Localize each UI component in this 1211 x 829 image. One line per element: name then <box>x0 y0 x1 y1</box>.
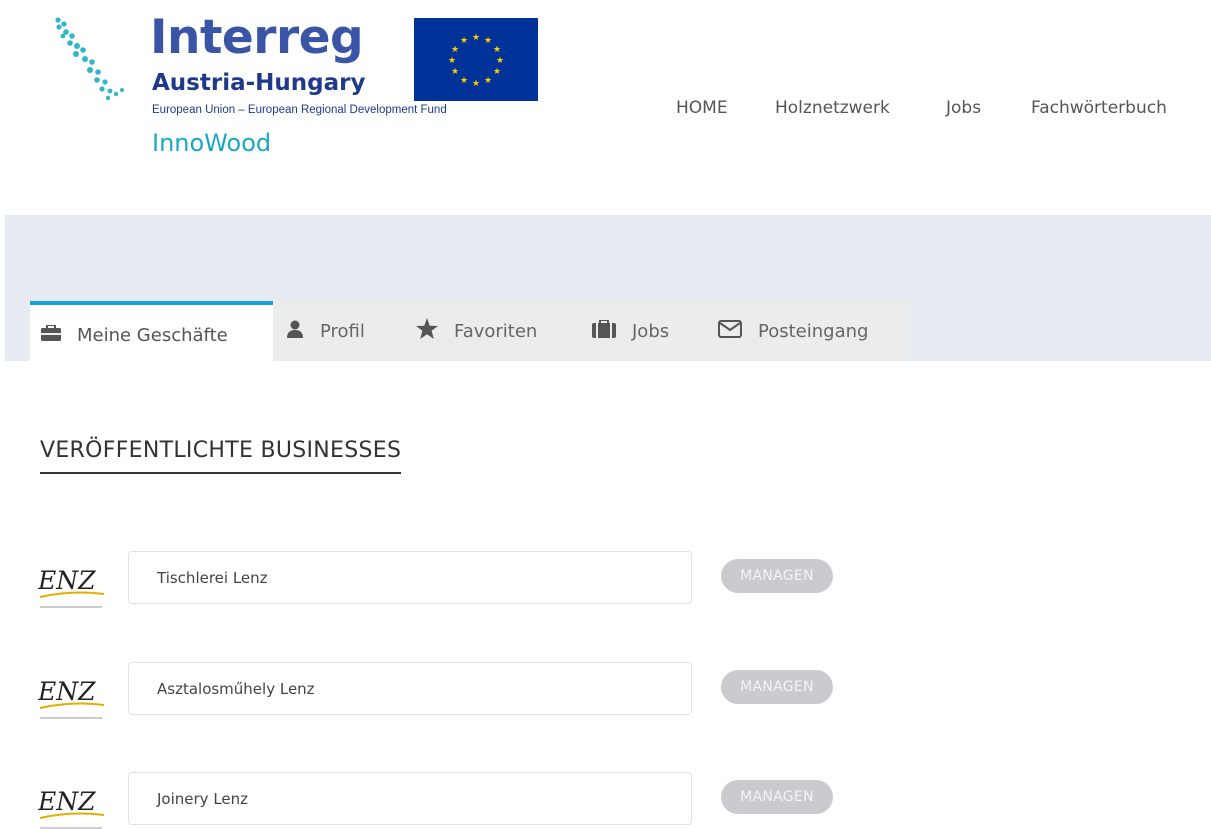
svg-text:★: ★ <box>472 33 480 43</box>
interreg-dots-logo <box>55 17 124 101</box>
nav-fachwoerterbuch[interactable]: Fachwörterbuch <box>1031 98 1167 118</box>
star-icon <box>416 318 438 344</box>
svg-text:★: ★ <box>460 76 468 86</box>
business-row: ENZ Joinery Lenz MANAGEN <box>38 772 838 829</box>
svg-text:ENZ: ENZ <box>38 787 96 816</box>
svg-text:★: ★ <box>493 45 501 55</box>
svg-text:★: ★ <box>484 36 492 46</box>
project-name: InnoWood <box>152 129 272 157</box>
svg-text:★: ★ <box>472 79 480 89</box>
manage-button[interactable]: MANAGEN <box>721 559 833 593</box>
tab-jobs[interactable]: Jobs <box>592 301 669 361</box>
svg-text:★: ★ <box>448 56 456 66</box>
svg-text:ENZ: ENZ <box>38 566 96 595</box>
svg-text:★: ★ <box>496 56 504 66</box>
business-row: ENZ Asztalosműhely Lenz MANAGEN <box>38 662 838 722</box>
manage-button[interactable]: MANAGEN <box>721 780 833 814</box>
manage-button[interactable]: MANAGEN <box>721 670 833 704</box>
svg-text:★: ★ <box>451 45 459 55</box>
business-row: ENZ Tischlerei Lenz MANAGEN <box>38 551 838 611</box>
tab-profil[interactable]: Profil <box>286 301 365 361</box>
brand-name: Interreg <box>150 10 364 65</box>
svg-text:★: ★ <box>451 67 459 77</box>
nav-home[interactable]: HOME <box>676 98 728 118</box>
svg-text:★: ★ <box>493 67 501 77</box>
brand-fund: European Union – European Regional Devel… <box>152 104 447 116</box>
svg-text:★: ★ <box>460 36 468 46</box>
tab-label: Posteingang <box>758 320 869 342</box>
tab-posteingang[interactable]: Posteingang <box>718 301 868 361</box>
eu-flag-icon: ★ ★★ ★★★ ★★★ ★★★ <box>414 18 538 101</box>
tab-label: Favoriten <box>454 320 538 342</box>
briefcase-icon <box>41 323 61 346</box>
user-icon <box>286 320 304 343</box>
svg-text:ENZ: ENZ <box>38 677 96 706</box>
lenz-logo: ENZ <box>38 787 105 829</box>
section-title: VERÖFFENTLICHTE BUSINESSES <box>40 438 402 474</box>
suitcase-icon <box>592 318 616 343</box>
nav-jobs[interactable]: Jobs <box>946 98 981 118</box>
business-name-field[interactable]: Joinery Lenz <box>128 772 692 825</box>
tab-label: Jobs <box>632 320 670 342</box>
dashboard-tabs: Meine Geschäfte Profil Favoriten Jobs Po… <box>30 301 908 361</box>
tab-meine-geschaefte[interactable]: Meine Geschäfte <box>30 301 273 361</box>
tab-label: Meine Geschäfte <box>77 324 228 346</box>
business-name-field[interactable]: Tischlerei Lenz <box>128 551 692 604</box>
tab-label: Profil <box>320 320 365 342</box>
lenz-logo: ENZ <box>38 677 105 719</box>
lenz-logo: ENZ <box>38 566 105 608</box>
envelope-icon <box>718 319 742 343</box>
nav-holznetzwerk[interactable]: Holznetzwerk <box>775 98 890 118</box>
business-name-field[interactable]: Asztalosműhely Lenz <box>128 662 692 715</box>
svg-text:★: ★ <box>484 76 492 86</box>
tab-favoriten[interactable]: Favoriten <box>416 301 537 361</box>
site-header: Interreg Austria-Hungary European Union … <box>0 0 1211 215</box>
brand-region: Austria-Hungary <box>152 70 366 96</box>
